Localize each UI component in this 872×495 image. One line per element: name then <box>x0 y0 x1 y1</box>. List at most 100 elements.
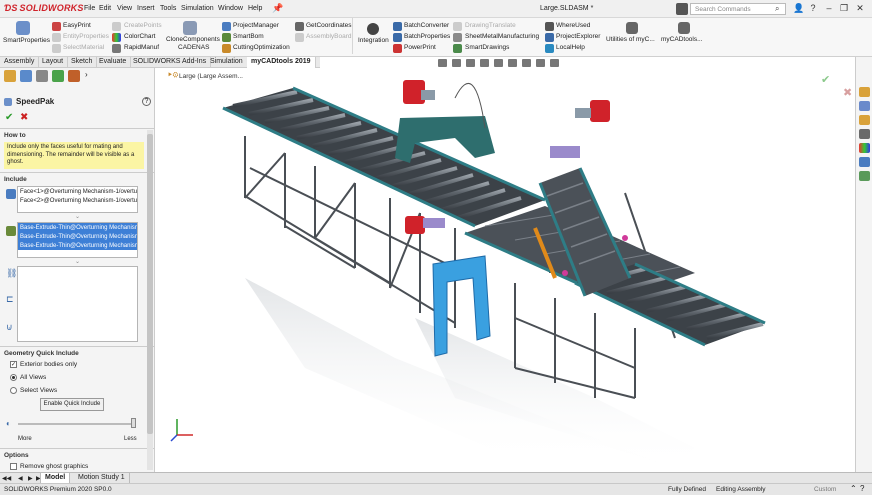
tab-mycadtools[interactable]: myCADtools 2019 <box>247 57 316 68</box>
zoom-to-fit-icon[interactable] <box>438 59 447 67</box>
all-views-radio[interactable] <box>10 374 17 383</box>
select-views-radio[interactable] <box>10 387 17 396</box>
select-material-button[interactable]: SelectMaterial <box>63 44 104 51</box>
list-item[interactable]: Face<1>@Overturning Mechanism-1/overtu <box>18 187 137 196</box>
components-selection-list[interactable] <box>17 266 138 342</box>
utilities-button[interactable]: Utilities of myC... <box>606 36 655 43</box>
restore-button[interactable]: ❐ <box>837 2 851 15</box>
utilities-icon[interactable] <box>626 22 638 34</box>
bodies-selection-list[interactable]: Base-Extrude-Thin@Overturning Mechanism … <box>17 222 138 258</box>
menu-simulation[interactable]: Simulation <box>181 5 214 12</box>
feature-tree-tab-icon[interactable] <box>4 70 16 82</box>
search-options-icon[interactable] <box>676 3 688 15</box>
resize-grip-icon[interactable]: ⌄ <box>75 258 80 265</box>
exterior-bodies-checkbox[interactable]: ✓ <box>10 361 17 368</box>
menu-window[interactable]: Window <box>218 5 243 12</box>
zoom-area-icon[interactable] <box>451 59 461 67</box>
clone-components-icon[interactable] <box>183 21 197 35</box>
drawing-translate-button[interactable]: DrawingTranslate <box>465 22 516 29</box>
appearances-icon[interactable] <box>859 143 870 153</box>
scroll-left-icon[interactable]: ◀ <box>18 475 23 482</box>
clone-components-button[interactable]: CloneComponents <box>166 36 220 43</box>
display-manager-tab-icon[interactable] <box>68 70 80 82</box>
view-palette-icon[interactable] <box>859 129 870 139</box>
create-points-button[interactable]: CreatePoints <box>124 22 162 29</box>
dimxpert-tab-icon[interactable] <box>52 70 64 82</box>
panel-scrollbar[interactable] <box>147 130 153 470</box>
section-view-icon[interactable] <box>479 59 489 67</box>
search-icon[interactable]: ⌕ <box>775 4 779 14</box>
scroll-left-icon[interactable]: ◀◀ <box>2 475 11 482</box>
scroll-right-icon[interactable]: ▶ <box>28 475 33 482</box>
minimize-button[interactable]: – <box>822 2 836 15</box>
previous-view-icon[interactable] <box>465 59 475 67</box>
menu-insert[interactable]: Insert <box>137 5 155 12</box>
tab-sketch[interactable]: Sketch <box>67 57 98 68</box>
search-commands-input[interactable]: Search Commands ⌕ <box>690 3 786 15</box>
chevron-up-icon[interactable]: ⌃ <box>850 484 857 493</box>
menu-edit[interactable]: Edit <box>99 5 111 12</box>
resize-grip-icon[interactable]: ⌄ <box>75 213 80 220</box>
ok-checkmark-icon[interactable]: ✔ <box>5 112 13 123</box>
display-style-icon[interactable] <box>507 59 517 67</box>
smart-bom-button[interactable]: SmartBom <box>233 33 264 40</box>
mycadtools-icon[interactable] <box>678 22 690 34</box>
file-explorer-icon[interactable] <box>859 115 870 125</box>
project-manager-button[interactable]: ProjectManager <box>233 22 279 29</box>
chevron-right-icon[interactable]: › <box>85 70 88 79</box>
smart-drawings-button[interactable]: SmartDrawings <box>465 44 509 51</box>
tab-simulation[interactable]: Simulation <box>206 57 248 68</box>
list-item[interactable]: Base-Extrude-Thin@Overturning Mechanism <box>18 241 137 250</box>
detail-slider-thumb[interactable] <box>131 418 136 428</box>
close-button[interactable]: ✕ <box>853 2 867 15</box>
tab-assembly[interactable]: Assembly <box>0 57 40 68</box>
mycadtools-button[interactable]: myCADtools... <box>661 36 703 43</box>
configuration-tab-icon[interactable] <box>36 70 48 82</box>
cancel-x-icon[interactable]: ✖ <box>20 112 28 123</box>
tab-solidworks-addins[interactable]: SOLIDWORKS Add-Ins <box>129 57 212 68</box>
design-library-icon[interactable] <box>859 101 870 111</box>
enable-quick-include-button[interactable]: Enable Quick Include <box>40 398 104 411</box>
cutting-optimization-button[interactable]: CuttingOptimization <box>233 44 290 51</box>
view-orientation-icon[interactable] <box>493 59 503 67</box>
project-explorer-button[interactable]: ProjectExplorer <box>556 33 600 40</box>
menu-view[interactable]: View <box>117 5 132 12</box>
scene-icon[interactable] <box>549 59 559 67</box>
property-manager-tab-icon[interactable] <box>20 70 32 82</box>
list-item[interactable]: Face<2>@Overturning Mechanism-1/overtu <box>18 196 137 205</box>
color-chart-button[interactable]: ColorChart <box>124 33 155 40</box>
get-coordinates-button[interactable]: GetCoordinates <box>306 22 352 29</box>
remove-ghost-checkbox[interactable] <box>10 463 17 472</box>
units-selector[interactable]: Custom <box>814 486 836 493</box>
entity-properties-button[interactable]: EntityProperties <box>63 33 109 40</box>
forum-icon[interactable] <box>859 171 870 181</box>
batch-properties-button[interactable]: BatchProperties <box>404 33 450 40</box>
integration-icon[interactable] <box>367 23 379 35</box>
appearance-icon[interactable] <box>535 59 545 67</box>
solidworks-logo[interactable]: ƊS SOLIDWORKS <box>4 3 84 13</box>
pin-icon[interactable]: 📌 <box>272 3 283 14</box>
local-help-button[interactable]: LocalHelp <box>556 44 585 51</box>
easyprint-button[interactable]: EasyPrint <box>63 22 91 29</box>
help-icon[interactable]: ? <box>142 97 151 106</box>
faces-selection-list[interactable]: Face<1>@Overturning Mechanism-1/overtu F… <box>17 186 138 213</box>
tab-layout[interactable]: Layout <box>38 57 69 68</box>
detail-slider-track[interactable] <box>18 423 136 425</box>
batch-converter-button[interactable]: BatchConverter <box>404 22 449 29</box>
smart-properties-button[interactable]: SmartProperties <box>3 37 50 44</box>
graphics-area[interactable]: ⯈⚙ Large (Large Assem... ✔ ✖ <box>155 59 855 472</box>
power-print-button[interactable]: PowerPrint <box>404 44 436 51</box>
status-help-icon[interactable]: ? <box>860 484 864 493</box>
rapid-manuf-button[interactable]: RapidManuf <box>124 44 159 51</box>
resources-icon[interactable] <box>859 87 870 97</box>
user-icon[interactable]: 👤 <box>792 2 806 15</box>
assembly-board-button[interactable]: AssemblyBoard <box>306 33 352 40</box>
hide-show-icon[interactable] <box>521 59 531 67</box>
cadenas-button[interactable]: CADENAS <box>178 44 209 51</box>
help-icon[interactable]: ? <box>806 2 820 15</box>
conveyor-assembly-model[interactable] <box>155 68 855 472</box>
smart-properties-icon[interactable] <box>16 21 30 35</box>
menu-help[interactable]: Help <box>248 5 262 12</box>
list-item[interactable]: Base-Extrude-Thin@Overturning Mechanism <box>18 223 137 232</box>
where-used-button[interactable]: WhereUsed <box>556 22 590 29</box>
